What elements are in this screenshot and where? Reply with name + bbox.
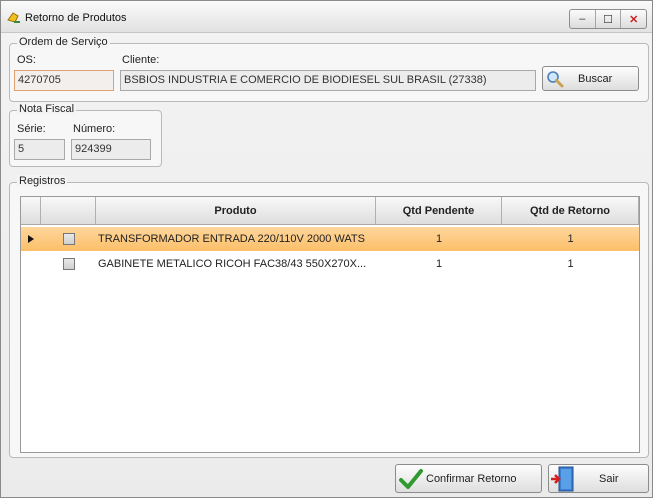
- confirmar-retorno-label: Confirmar Retorno: [426, 472, 517, 485]
- qtd-pendente-cell: 1: [435, 233, 443, 245]
- table-row[interactable]: GABINETE METALICO RICOH FAC38/43 550X270…: [21, 252, 639, 276]
- app-icon: [7, 12, 20, 23]
- registros-legend: Registros: [17, 175, 68, 187]
- row-pointer-icon: [28, 235, 34, 243]
- window-controls: – ☐ ✕: [569, 9, 647, 29]
- ordem-servico-group: Ordem de Serviço OS: 4270705 Cliente: BS…: [9, 36, 649, 102]
- qtd-retorno-cell[interactable]: 1: [502, 227, 639, 251]
- cliente-field[interactable]: BSBIOS INDUSTRIA E COMERCIO DE BIODIESEL…: [120, 70, 536, 91]
- table-row[interactable]: TRANSFORMADOR ENTRADA 220/110V 2000 WATS…: [21, 227, 639, 251]
- row-indicator: [21, 252, 41, 276]
- qtd-retorno-cell[interactable]: 1: [502, 252, 639, 276]
- buscar-label: Buscar: [578, 72, 613, 85]
- qtd-retorno-column-header[interactable]: Qtd de Retorno: [502, 197, 639, 224]
- serie-field[interactable]: 5: [14, 139, 65, 160]
- nota-fiscal-group: Nota Fiscal Série: 5 Número: 924399: [9, 103, 162, 167]
- row-checkbox-cell: [41, 227, 96, 251]
- numero-field[interactable]: 924399: [71, 139, 151, 160]
- buscar-button[interactable]: Buscar: [542, 66, 639, 91]
- qtd-pendente-cell: 1: [435, 258, 443, 270]
- checkbox-column-header[interactable]: [41, 197, 96, 224]
- confirmar-retorno-button[interactable]: Confirmar Retorno: [395, 464, 542, 493]
- close-button[interactable]: ✕: [621, 10, 646, 28]
- numero-label: Número:: [73, 123, 116, 135]
- row-checkbox-cell: [41, 252, 96, 276]
- nota-fiscal-legend: Nota Fiscal: [17, 103, 77, 115]
- checkmark-icon: [399, 468, 423, 489]
- exit-door-icon: [551, 466, 574, 491]
- window-title: Retorno de Produtos: [25, 12, 127, 24]
- ordem-servico-legend: Ordem de Serviço: [17, 36, 110, 48]
- produto-cell: GABINETE METALICO RICOH FAC38/43 550X270…: [98, 258, 367, 270]
- minimize-button[interactable]: –: [570, 10, 596, 28]
- os-field[interactable]: 4270705: [14, 70, 114, 91]
- row-checkbox[interactable]: [62, 258, 75, 270]
- cliente-label: Cliente:: [122, 54, 160, 66]
- produto-cell: TRANSFORMADOR ENTRADA 220/110V 2000 WATS: [98, 233, 365, 245]
- retorno-produtos-window: Retorno de Produtos – ☐ ✕ Ordem de Servi…: [0, 0, 653, 498]
- os-label: OS:: [17, 54, 36, 66]
- search-icon: [547, 70, 564, 87]
- sair-label: Sair: [599, 472, 619, 485]
- registros-grid[interactable]: Produto Qtd Pendente Qtd de Retorno TRAN…: [20, 196, 640, 453]
- sair-button[interactable]: Sair: [548, 464, 649, 493]
- row-checkbox[interactable]: [62, 233, 75, 245]
- row-indicator: [21, 227, 41, 251]
- title-bar[interactable]: Retorno de Produtos – ☐ ✕: [1, 1, 652, 33]
- qtd-pendente-column-header[interactable]: Qtd Pendente: [376, 197, 502, 224]
- row-indicator-header: [21, 197, 41, 224]
- grid-header: Produto Qtd Pendente Qtd de Retorno: [21, 197, 639, 225]
- produto-column-header[interactable]: Produto: [96, 197, 376, 224]
- maximize-button[interactable]: ☐: [596, 10, 622, 28]
- serie-label: Série:: [17, 123, 46, 135]
